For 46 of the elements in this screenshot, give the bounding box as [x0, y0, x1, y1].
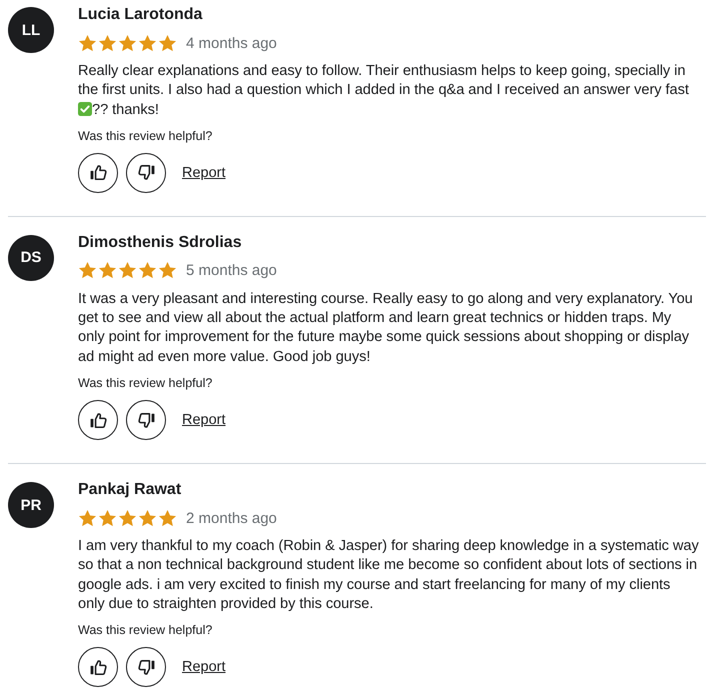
- thumbs-up-button[interactable]: [78, 647, 118, 688]
- thumbs-down-icon: [136, 163, 156, 182]
- reviewer-name: Dimosthenis Sdrolias: [78, 232, 243, 253]
- star-icon: [98, 34, 117, 52]
- star-icon: [138, 508, 157, 528]
- thumbs-up-button[interactable]: [78, 400, 118, 440]
- review-time: 4 months ago: [186, 34, 277, 52]
- thumbs-down-button[interactable]: [126, 152, 166, 193]
- review-text: It was a very pleasant and interesting course. Really easy to go along and very explanatory. You get to see and view all about the actual platform and learn great technics or hidden traps. My only point for improvement for the future maybe some quick sessions about shopping or display ad might ad even more value. Good job guys!: [78, 290, 694, 367]
- review-text: I am very thankful to my coach (Robin & Jasper) for sharing deep knowledge in a systematic way so that a non technical background student like me become so confident about lots of sections in google ads. i am very excited to finish my course and start freelancing for many of my clients only due to straighten provided by this course.: [78, 537, 699, 614]
- star-icon: [118, 261, 137, 280]
- thumbs-up-icon: [88, 163, 108, 182]
- user-avatar: DS: [8, 234, 54, 281]
- reviewer-name: Pankaj Rawat: [78, 480, 182, 500]
- star-icon: [78, 508, 97, 528]
- star-icon: [158, 508, 177, 528]
- star-icon: [78, 34, 97, 52]
- star-icon: [98, 508, 117, 528]
- check-mark-icon: [78, 102, 92, 116]
- star-icon: [118, 34, 137, 52]
- thumbs-down-icon: [136, 410, 156, 430]
- thumbs-down-button[interactable]: [126, 400, 166, 440]
- star-icon: [138, 261, 157, 280]
- helpful-prompt: Was this review helpful?: [78, 128, 214, 144]
- report-link[interactable]: Report: [182, 164, 226, 181]
- thumbs-down-button[interactable]: [126, 647, 166, 688]
- helpful-prompt: Was this review helpful?: [78, 375, 214, 392]
- star-icon: [138, 34, 157, 52]
- star-icon: [118, 508, 137, 528]
- thumbs-down-icon: [136, 658, 156, 677]
- report-link[interactable]: Report: [182, 659, 226, 676]
- thumbs-up-button[interactable]: [78, 152, 118, 193]
- thumbs-up-icon: [88, 410, 108, 430]
- thumbs-up-icon: [88, 658, 108, 677]
- review-time: 5 months ago: [186, 262, 277, 280]
- review-text: Really clear explanations and easy to follow. Their enthusiasm helps to keep going, specially in the first units. I also had a question which I added in the q&a and I received an answer very fast ?? thanks!: [78, 62, 690, 120]
- star-icon: [158, 34, 177, 52]
- helpful-prompt: Was this review helpful?: [78, 622, 214, 638]
- review-time: 2 months ago: [186, 510, 277, 527]
- star-icon: [78, 261, 97, 280]
- star-icon: [158, 261, 177, 280]
- user-avatar: LL: [8, 7, 54, 53]
- star-icon: [98, 261, 117, 280]
- user-avatar: PR: [8, 482, 54, 528]
- report-link[interactable]: Report: [182, 412, 226, 428]
- reviewer-name: Lucia Larotonda: [78, 5, 204, 25]
